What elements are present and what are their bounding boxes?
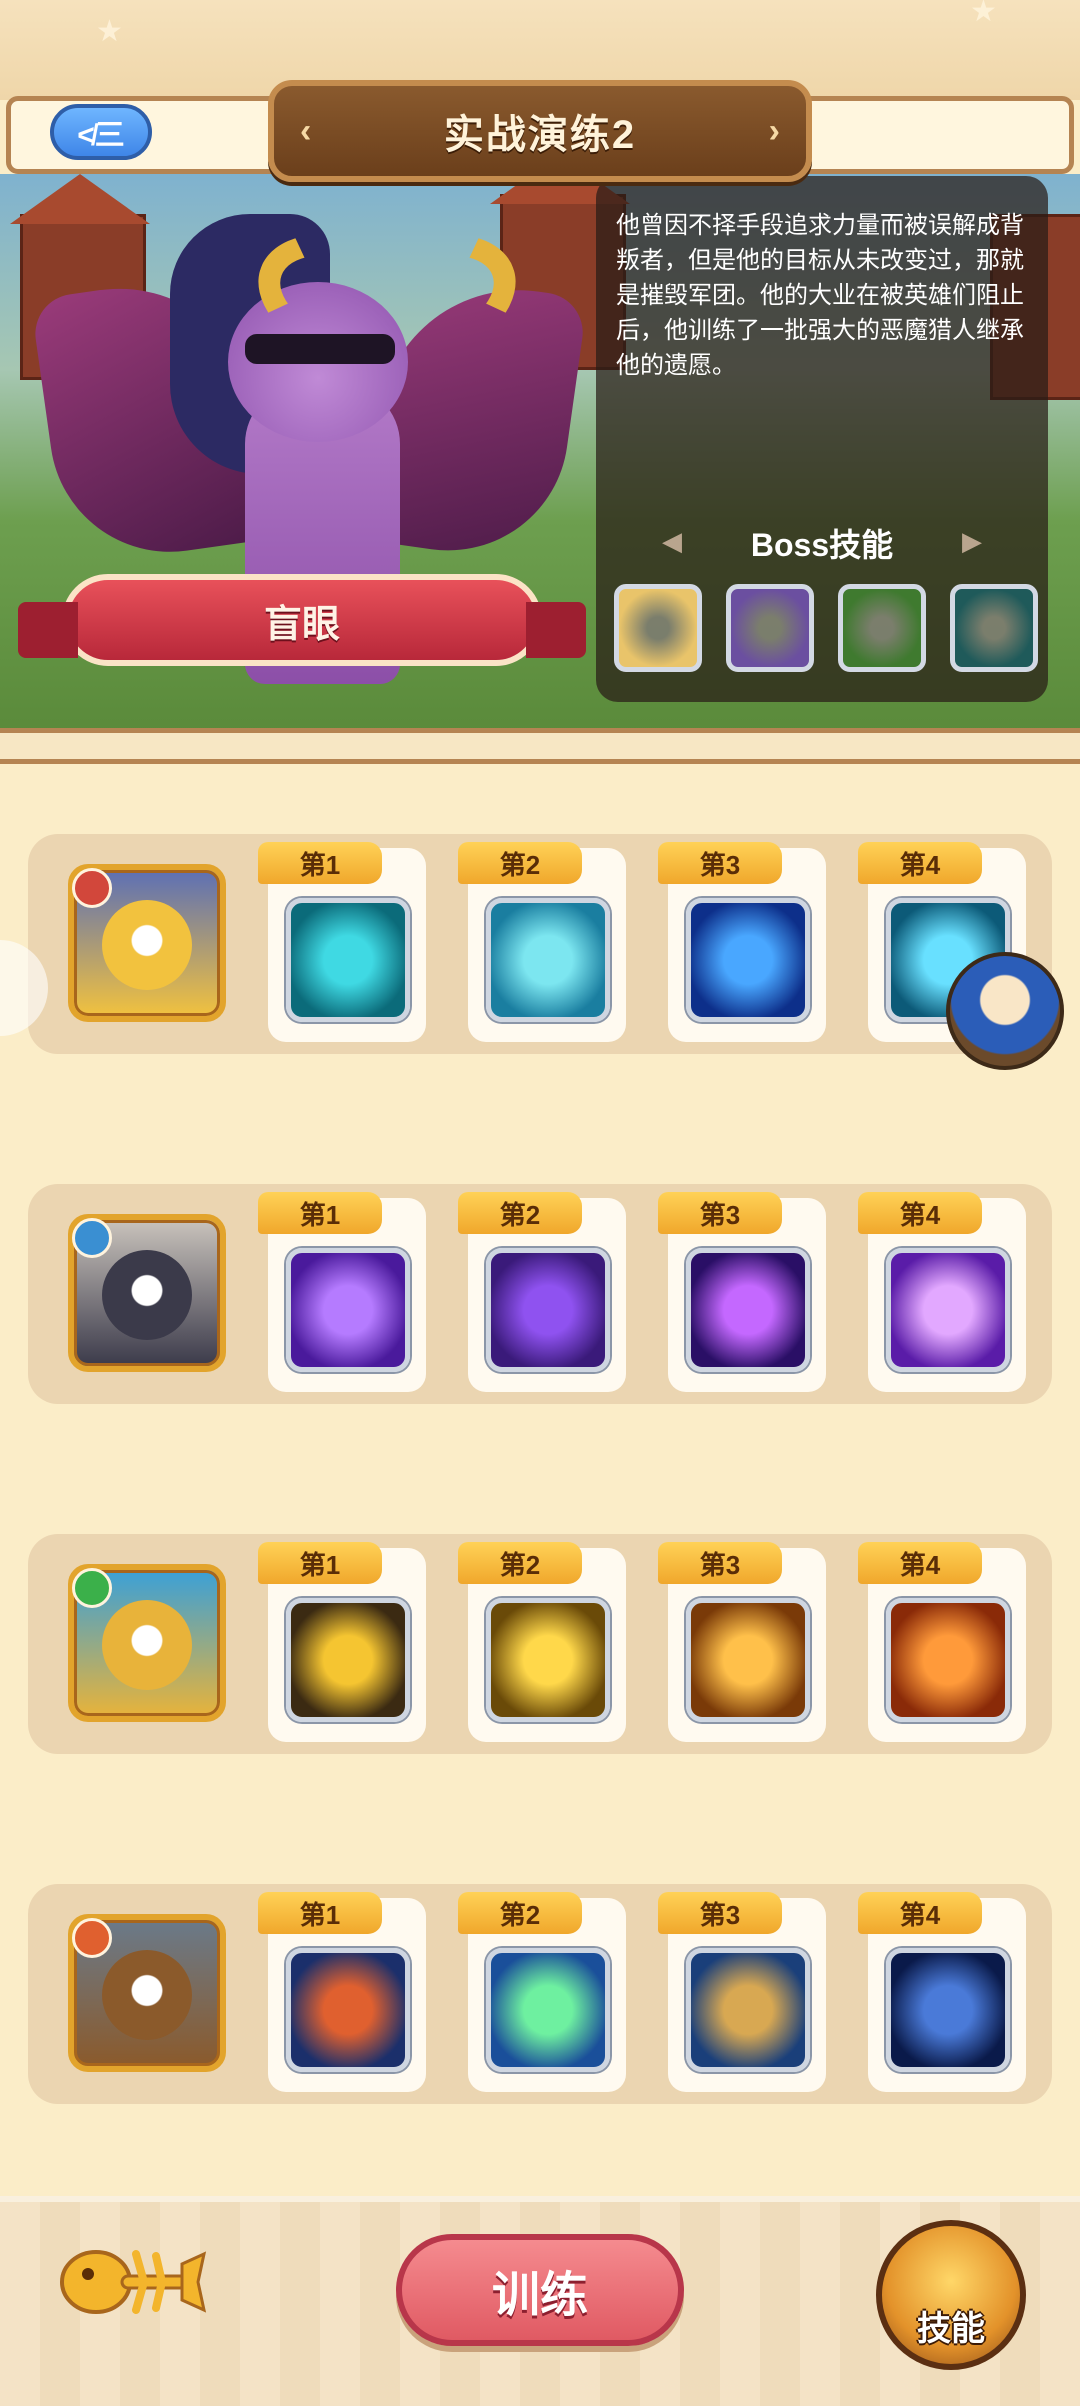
slot-order-tab: 第2 [458,842,582,884]
skill-icon[interactable] [686,898,810,1022]
slot-order-tab: 第3 [658,1892,782,1934]
skill-icon[interactable] [286,1948,410,2072]
skill-icon[interactable] [486,1948,610,2072]
chevron-right-icon[interactable]: › [769,112,780,151]
slot-order-tab: 第4 [858,1192,982,1234]
skill-slot[interactable]: 第1 [258,1542,426,1742]
skill-slot[interactable]: 第4 [858,1192,1026,1392]
slot-order-tab: 第3 [658,1542,782,1584]
back-button[interactable]: ≮三 [50,104,152,160]
hero-face [102,1600,192,1690]
skill-slot[interactable]: 第4 [858,1892,1026,2092]
skill-slot[interactable]: 第2 [458,1892,626,2092]
star-icon: ★ [96,15,123,48]
boss-skill-icon-2[interactable] [726,584,814,672]
hero-face [102,900,192,990]
slot-order-tab: 第4 [858,1892,982,1934]
lineup-row: 第1 第2 第3 第4 [28,834,1052,1054]
boss-lore-text: 他曾因不择手段追求力量而被误解成背叛者，但是他的目标从未改变过，那就是摧毁军团。… [616,212,1024,379]
skill-icon[interactable] [486,898,610,1022]
skill-icon[interactable] [886,1598,1010,1722]
skill-icon[interactable] [486,1248,610,1372]
skills-button-label: 技能 [917,2310,985,2348]
lineup-row: 第1 第2 第3 第4 [28,1534,1052,1754]
skill-icon[interactable] [286,1598,410,1722]
banner-scroll-edge [0,728,1080,764]
hero-face [102,1950,192,2040]
lineup-row: 第1 第2 第3 第4 [28,1184,1052,1404]
title-plate: ‹ 实战演练2 › [268,80,812,182]
train-button[interactable]: 训练 [396,2234,684,2346]
skill-slot[interactable]: 第1 [258,1192,426,1392]
slot-order-tab: 第4 [858,842,982,884]
hero-face [102,1250,192,1340]
slot-order-tab: 第1 [258,1192,382,1234]
lineup-row: 第1 第2 第3 第4 [28,1884,1052,2104]
skill-slot[interactable]: 第4 [858,1542,1026,1742]
slot-order-tab: 第2 [458,1542,582,1584]
slot-order-tab: 第2 [458,1192,582,1234]
skill-slot[interactable]: 第1 [258,842,426,1042]
skill-slot[interactable]: 第1 [258,1892,426,2092]
boss-skill-icon-3[interactable] [838,584,926,672]
chevron-left-icon[interactable]: ‹ [300,112,311,151]
skill-slot[interactable]: 第3 [658,1192,826,1392]
skill-slot[interactable]: 第3 [658,1892,826,2092]
mascot-avatar[interactable] [946,952,1064,1070]
page-title: 实战演练2 [443,113,637,157]
skill-icon[interactable] [686,1598,810,1722]
element-badge-icon [72,1218,112,1258]
star-icon: ★ [970,0,997,28]
slot-order-tab: 第1 [258,842,382,884]
boss-name: 盲眼 [263,603,340,646]
skill-icon[interactable] [286,898,410,1022]
element-badge-icon [72,1568,112,1608]
skill-slot[interactable]: 第2 [458,842,626,1042]
skill-slot[interactable]: 第3 [658,842,826,1042]
element-badge-icon [72,1918,112,1958]
slot-order-tab: 第3 [658,842,782,884]
skill-icon[interactable] [486,1598,610,1722]
skill-slot[interactable]: 第3 [658,1542,826,1742]
boss-skill-icon-1[interactable] [614,584,702,672]
slot-order-tab: 第3 [658,1192,782,1234]
skill-slot[interactable]: 第2 [458,1192,626,1392]
slot-order-tab: 第1 [258,1892,382,1934]
slot-order-tab: 第1 [258,1542,382,1584]
skill-icon[interactable] [886,1248,1010,1372]
chevron-left-icon: ◀ [662,526,682,556]
skills-button[interactable]: 技能 [876,2220,1026,2370]
slot-order-tab: 第2 [458,1892,582,1934]
bg-roof [10,174,150,224]
skill-icon[interactable] [686,1248,810,1372]
boss-name-ribbon: 盲眼 [18,574,586,666]
ribbon-tail-right [526,602,586,658]
ribbon-tail-left [18,602,78,658]
chevron-right-icon: ▶ [962,526,982,556]
back-icon: ≮三 [77,119,125,152]
element-badge-icon [72,868,112,908]
skill-icon[interactable] [286,1248,410,1372]
skill-slot[interactable]: 第2 [458,1542,626,1742]
boss-skill-icon-4[interactable] [950,584,1038,672]
slot-order-tab: 第4 [858,1542,982,1584]
skill-icon[interactable] [686,1948,810,2072]
skill-icon[interactable] [886,1948,1010,2072]
boss-skills-header: ◀ Boss技能 ▶ [656,516,988,570]
fishbone-icon[interactable] [58,2234,208,2330]
boss-skills-label: Boss技能 [750,527,894,563]
